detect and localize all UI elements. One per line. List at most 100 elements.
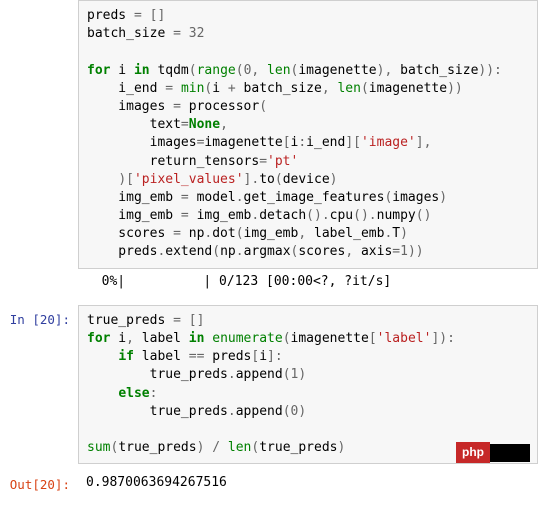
t: preds <box>87 8 134 23</box>
t: in <box>134 63 150 78</box>
output-value-20: 0.9870063694267516 <box>78 470 538 496</box>
t: = <box>173 26 181 41</box>
t: true_preds <box>87 313 173 328</box>
t: return_tensors <box>87 154 259 169</box>
t: ) <box>330 172 338 187</box>
t: i_end <box>306 135 345 150</box>
output-cell-20: Out[20]: 0.9870063694267516 <box>0 470 538 496</box>
t: , <box>220 117 228 132</box>
t: dot <box>212 226 235 241</box>
t: i <box>110 331 126 346</box>
t: ] <box>157 8 165 23</box>
t: . <box>228 367 236 382</box>
t: : <box>150 386 158 401</box>
t: batch_size <box>392 63 478 78</box>
code-cell-2: In [20]: true_preds = [] for i, label in… <box>0 305 538 465</box>
t <box>181 313 189 328</box>
t: else <box>118 386 149 401</box>
t: enumerate <box>212 331 282 346</box>
t: ) <box>118 172 126 187</box>
code-area-2[interactable]: true_preds = [] for i, label in enumerat… <box>78 305 538 465</box>
t: , <box>298 226 306 241</box>
t: true_preds <box>87 367 228 382</box>
t: = <box>173 313 181 328</box>
t: = <box>173 226 181 241</box>
t: ( <box>283 331 291 346</box>
t: preds <box>87 244 157 259</box>
t: batch_size <box>236 81 322 96</box>
t: + <box>228 81 236 96</box>
t: model <box>189 190 236 205</box>
t: extend <box>165 244 212 259</box>
t: ) <box>447 81 455 96</box>
t: tqdm <box>150 63 189 78</box>
t: ] <box>416 135 424 150</box>
t: : <box>275 349 283 364</box>
code-area-1[interactable]: preds = [] batch_size = 32 for i in tqdm… <box>78 0 538 269</box>
t: append <box>236 367 283 382</box>
t: 'pixel_values' <box>134 172 244 187</box>
t: img_emb <box>189 208 252 223</box>
t: ( <box>259 99 267 114</box>
t: append <box>236 404 283 419</box>
t: = <box>392 244 400 259</box>
t: 'image' <box>361 135 416 150</box>
t: ) <box>486 63 494 78</box>
t: ) <box>455 81 463 96</box>
t: = <box>181 190 189 205</box>
t: T <box>392 226 400 241</box>
prompt-empty-2 <box>0 269 78 275</box>
t: images <box>87 135 197 150</box>
t: = <box>259 154 267 169</box>
t: ( <box>283 404 291 419</box>
t: = <box>165 81 173 96</box>
t: . <box>228 404 236 419</box>
prompt-out-20: Out[20]: <box>0 470 78 494</box>
t: = <box>173 99 181 114</box>
t: . <box>236 244 244 259</box>
t: true_preds <box>259 440 337 455</box>
code-cell-1: preds = [] batch_size = 32 for i in tqdm… <box>0 0 538 269</box>
t: ) <box>400 226 408 241</box>
t: ( <box>236 63 244 78</box>
t: / <box>212 440 220 455</box>
t: () <box>416 208 432 223</box>
t: axis <box>353 244 392 259</box>
t <box>87 386 118 401</box>
t: ( <box>275 172 283 187</box>
t: ( <box>189 63 197 78</box>
t: 'label' <box>377 331 432 346</box>
t: if <box>118 349 134 364</box>
t: , <box>345 244 353 259</box>
t: i <box>212 81 228 96</box>
t: ) <box>439 190 447 205</box>
t: len <box>267 63 290 78</box>
tqdm-output: 0%| | 0/123 [00:00<?, ?it/s] <box>78 269 538 295</box>
t: = <box>134 8 142 23</box>
t: label <box>134 331 189 346</box>
t <box>142 8 150 23</box>
t <box>87 172 118 187</box>
t: to <box>259 172 275 187</box>
t <box>173 81 181 96</box>
watermark-badge <box>490 444 530 462</box>
t: label_emb <box>306 226 384 241</box>
t: detach <box>259 208 306 223</box>
t: batch_size <box>87 26 173 41</box>
t: img_emb <box>87 208 181 223</box>
t: ] <box>267 349 275 364</box>
t: scores <box>298 244 345 259</box>
t: = <box>181 117 189 132</box>
t: range <box>197 63 236 78</box>
t: : <box>447 331 455 346</box>
t <box>87 349 118 364</box>
t: img_emb <box>244 226 299 241</box>
t: for <box>87 331 110 346</box>
t: , <box>126 331 134 346</box>
t: . <box>236 190 244 205</box>
t: i <box>259 349 267 364</box>
t: in <box>189 331 205 346</box>
t: text <box>87 117 181 132</box>
t: images <box>87 99 173 114</box>
t: ) <box>439 331 447 346</box>
